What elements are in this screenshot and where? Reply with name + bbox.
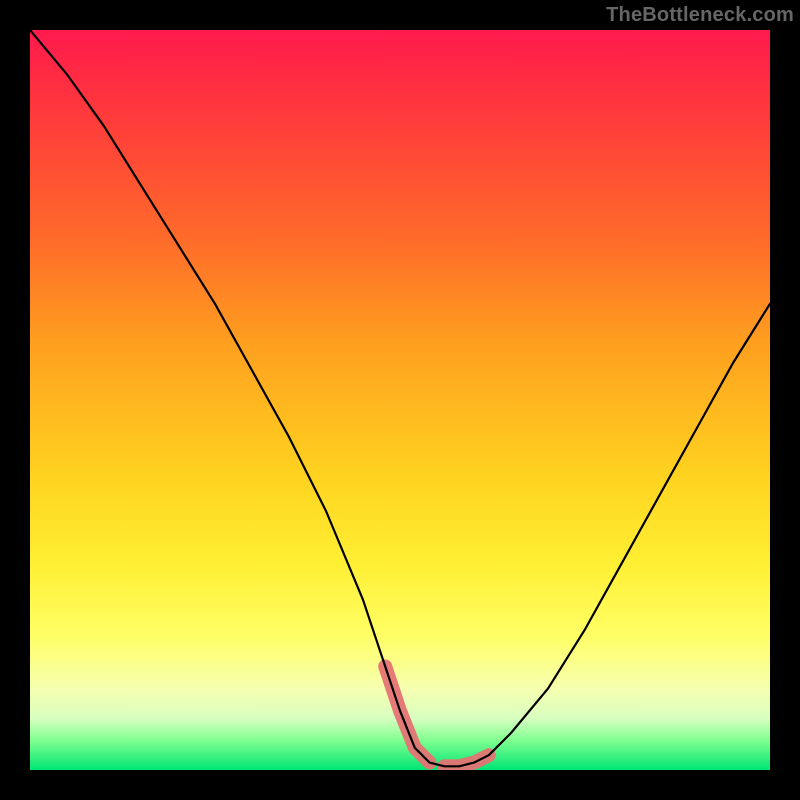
bottleneck-chart: TheBottleneck.com <box>0 0 800 800</box>
watermark-label: TheBottleneck.com <box>606 4 794 27</box>
bottleneck-curve-path <box>30 30 770 766</box>
optimal-highlight-left <box>385 666 429 762</box>
plot-area <box>30 30 770 770</box>
chart-svg <box>30 30 770 770</box>
